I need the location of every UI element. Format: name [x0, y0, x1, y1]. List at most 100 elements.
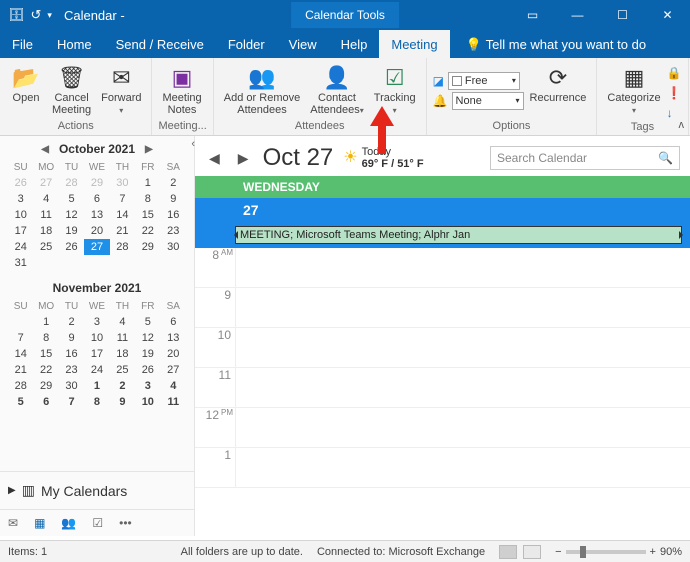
maximize-button[interactable]: ☐	[600, 0, 645, 30]
view-reading[interactable]	[523, 545, 541, 559]
mini-cal-day[interactable]: 7	[110, 191, 135, 207]
mini-cal-day[interactable]: 26	[135, 362, 160, 378]
mini-cal-day[interactable]: 30	[59, 378, 84, 394]
zoom-in-icon[interactable]: +	[650, 546, 656, 558]
mini-cal-day[interactable]: 1	[33, 314, 58, 330]
mini-cal-day[interactable]: 14	[110, 207, 135, 223]
ribbon-display-icon[interactable]: ▭	[510, 0, 555, 30]
mini-cal-day[interactable]: 7	[59, 394, 84, 410]
mini-cal-day[interactable]: 17	[84, 346, 109, 362]
nav-mail-icon[interactable]: ✉	[8, 516, 18, 530]
appointment-item[interactable]: MEETING; Microsoft Teams Meeting; Alphr …	[235, 226, 682, 244]
mini-cal-day[interactable]: 17	[8, 223, 33, 239]
mini-cal-day[interactable]: 3	[8, 191, 33, 207]
mini-cal-day[interactable]: 29	[33, 378, 58, 394]
my-calendars-header[interactable]: ▶ ▥ My Calendars	[0, 471, 194, 509]
mini-cal-day[interactable]: 4	[33, 191, 58, 207]
view-normal[interactable]	[499, 545, 517, 559]
zoom-control[interactable]: − + 90%	[555, 546, 682, 558]
mini-cal-nov-grid[interactable]: SUMOTUWETHFRSA 1234567891011121314151617…	[8, 299, 186, 410]
mini-cal-day[interactable]: 11	[33, 207, 58, 223]
mini-cal-day[interactable]: 27	[161, 362, 186, 378]
mini-cal-day[interactable]: 19	[59, 223, 84, 239]
cancel-meeting-button[interactable]: 🗑Cancel Meeting	[48, 62, 95, 119]
time-slot[interactable]	[235, 248, 690, 287]
close-button[interactable]: ✕	[645, 0, 690, 30]
mini-cal-day[interactable]	[8, 314, 33, 330]
mini-cal-day[interactable]: 3	[135, 378, 160, 394]
mini-cal-day[interactable]: 2	[59, 314, 84, 330]
mini-cal-day[interactable]: 24	[8, 239, 33, 255]
time-slot[interactable]	[235, 288, 690, 327]
tab-view[interactable]: View	[277, 30, 329, 58]
mini-cal-day[interactable]: 25	[110, 362, 135, 378]
mini-cal-day[interactable]: 27	[33, 175, 58, 191]
search-calendar-input[interactable]: Search Calendar 🔍	[490, 146, 680, 170]
mini-cal-day[interactable]: 20	[161, 346, 186, 362]
mini-cal-day[interactable]: 18	[110, 346, 135, 362]
mini-cal-day[interactable]: 9	[161, 191, 186, 207]
mini-cal-day[interactable]: 26	[8, 175, 33, 191]
recurrence-button[interactable]: ⟳Recurrence	[526, 62, 591, 119]
mini-cal-day[interactable]: 30	[110, 175, 135, 191]
time-slot[interactable]	[235, 328, 690, 367]
zoom-out-icon[interactable]: −	[555, 546, 561, 558]
all-day-area[interactable]: 27 MEETING; Microsoft Teams Meeting; Alp…	[195, 198, 690, 248]
mini-cal-day[interactable]: 24	[84, 362, 109, 378]
mini-cal-day[interactable]: 1	[84, 378, 109, 394]
mini-cal-day[interactable]: 26	[59, 239, 84, 255]
mini-cal-day[interactable]: 8	[84, 394, 109, 410]
mini-cal-day[interactable]: 6	[33, 394, 58, 410]
mini-cal-day[interactable]: 20	[84, 223, 109, 239]
time-grid[interactable]: 8AM9101112PM1	[195, 248, 690, 488]
collapse-ribbon-icon[interactable]: ʌ	[679, 119, 685, 131]
minimize-button[interactable]: —	[555, 0, 600, 30]
reminder-select[interactable]: None▾	[452, 92, 524, 110]
mini-cal-day[interactable]	[110, 255, 135, 271]
private-icon[interactable]: 🔒	[667, 66, 682, 80]
mini-cal-day[interactable]: 6	[84, 191, 109, 207]
prev-day-button[interactable]: ◀	[205, 150, 224, 167]
tab-meeting[interactable]: Meeting	[379, 30, 449, 58]
low-importance-icon[interactable]: ↓	[667, 106, 682, 120]
open-button[interactable]: 📂Open	[6, 62, 46, 119]
mini-cal-day[interactable]: 22	[33, 362, 58, 378]
qat-save-icon[interactable]: 🗄	[8, 7, 25, 23]
forward-button[interactable]: ✉Forward	[97, 62, 145, 119]
mini-cal-day[interactable]: 13	[84, 207, 109, 223]
mini-cal-day[interactable]: 30	[161, 239, 186, 255]
mini-cal-day[interactable]: 8	[33, 330, 58, 346]
mini-cal-day[interactable]: 2	[161, 175, 186, 191]
mini-cal-day[interactable]: 15	[33, 346, 58, 362]
mini-cal-day[interactable]: 10	[84, 330, 109, 346]
mini-cal-day[interactable]: 13	[161, 330, 186, 346]
mini-cal-day[interactable]: 9	[110, 394, 135, 410]
mini-cal-day[interactable]: 7	[8, 330, 33, 346]
mini-cal-day[interactable]: 27	[84, 239, 109, 255]
mini-cal-day[interactable]: 14	[8, 346, 33, 362]
nav-calendar-icon[interactable]: ▦	[34, 516, 45, 530]
mini-cal-day[interactable]: 11	[161, 394, 186, 410]
mini-cal-day[interactable]: 5	[135, 314, 160, 330]
next-day-button[interactable]: ▶	[234, 150, 253, 167]
mini-cal-day[interactable]: 25	[33, 239, 58, 255]
time-slot[interactable]	[235, 448, 690, 487]
mini-cal-oct-grid[interactable]: SUMOTUWETHFRSA 2627282930123456789101112…	[8, 160, 186, 271]
high-importance-icon[interactable]: ❗	[667, 86, 682, 100]
mini-cal-day[interactable]: 9	[59, 330, 84, 346]
tab-send-receive[interactable]: Send / Receive	[104, 30, 216, 58]
mini-cal-day[interactable]	[84, 255, 109, 271]
sidebar-collapse-icon[interactable]: ‹	[191, 138, 195, 150]
categorize-button[interactable]: ▦Categorize	[603, 62, 664, 120]
mini-cal-day[interactable]: 16	[59, 346, 84, 362]
nav-tasks-icon[interactable]: ☑	[92, 516, 103, 530]
mini-cal-day[interactable]: 2	[110, 378, 135, 394]
time-slot[interactable]	[235, 408, 690, 447]
mini-cal-day[interactable]: 31	[8, 255, 33, 271]
mini-cal-day[interactable]: 18	[33, 223, 58, 239]
tab-home[interactable]: Home	[45, 30, 104, 58]
time-slot[interactable]	[235, 368, 690, 407]
mini-cal-day[interactable]: 29	[84, 175, 109, 191]
mini-cal-day[interactable]: 23	[161, 223, 186, 239]
weather-widget[interactable]: ☀ Today 69° F / 51° F	[343, 146, 423, 170]
